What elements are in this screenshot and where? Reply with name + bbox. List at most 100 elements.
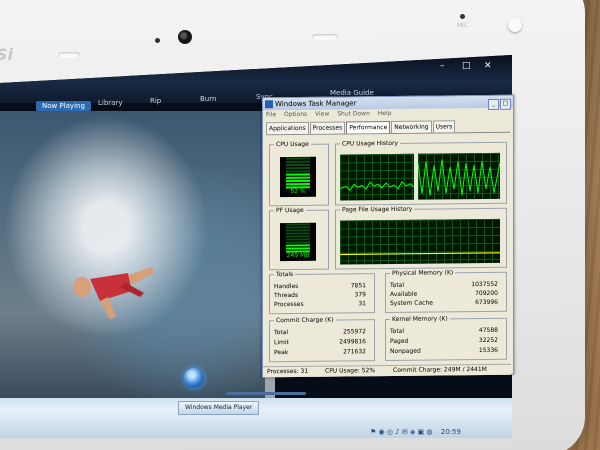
pf-meter-segment: [286, 238, 310, 241]
kernel-memory-title: Kernel Memory (K): [390, 315, 450, 323]
photo: Si MIC – □ ✕ Now Playing Library Rip Bur…: [0, 0, 600, 450]
cpu-usage-group: CPU Usage 52 %: [269, 140, 329, 207]
physical-memory-title: Physical Memory (K): [390, 269, 456, 277]
menu-help[interactable]: Help: [378, 110, 392, 117]
pf-meter-segment: [286, 235, 310, 238]
cpu-meter-segment: [286, 176, 310, 179]
commit-row-total: Total 255972: [274, 328, 366, 337]
totals-row-processes: Processes 31: [274, 300, 366, 309]
play-pause-button[interactable]: [184, 368, 204, 388]
volume-slider[interactable]: [226, 392, 306, 395]
tm-minimize-icon[interactable]: _: [488, 98, 499, 110]
cpu-meter-segment: [286, 163, 310, 167]
totals-title: Totals: [274, 270, 296, 279]
mic-label: MIC: [457, 22, 469, 29]
close-icon[interactable]: ✕: [484, 61, 492, 71]
webcam-lens: [178, 30, 192, 44]
cpu-meter-segment: [286, 170, 310, 173]
physical-memory-group: Physical Memory (K) Total 1037552 Availab…: [385, 269, 507, 314]
pf-usage-label: PF Usage: [274, 206, 306, 215]
kernel-row-total: Total 47588: [390, 326, 498, 335]
menu-file[interactable]: File: [266, 111, 276, 118]
cpu-history-line-2: [417, 159, 501, 196]
cpu-meter-segment: [286, 179, 310, 183]
kernel-row-paged: Paged 32252: [390, 336, 498, 345]
mic-hole: [460, 14, 465, 19]
cpu-usage-value: 52 %: [290, 187, 306, 196]
task-manager-tabs: Applications Processes Performance Networki…: [266, 119, 510, 136]
task-manager-title: Windows Task Manager: [275, 99, 357, 109]
tab-library[interactable]: Library: [98, 99, 122, 107]
tab-applications[interactable]: Applications: [266, 121, 309, 135]
pf-usage-bars: [286, 223, 310, 253]
pf-meter-segment: [286, 232, 310, 235]
status-processes: Processes: 31: [267, 367, 309, 376]
cpu-meter-segment: [286, 157, 310, 160]
system-tray: ⚑ ◉ ◎ ♪ ✉ ◈ ▣ ◍ 20:59: [370, 428, 490, 438]
pf-history-label: Page File Usage History: [340, 205, 415, 214]
tab-users[interactable]: Users: [432, 120, 456, 133]
minimize-icon[interactable]: –: [440, 61, 445, 71]
power-button[interactable]: [508, 18, 522, 32]
menu-view[interactable]: View: [315, 111, 329, 118]
tab-now-playing[interactable]: Now Playing: [36, 101, 91, 111]
cpu-meter-segment: [286, 160, 310, 163]
clock: 20:59: [440, 428, 461, 436]
totals-group: Totals Handles 7851 Threads 379 Processes 3…: [269, 270, 375, 315]
pf-meter-segment: [286, 244, 310, 247]
cpu-usage-bars: [286, 157, 310, 189]
tab-networking[interactable]: Networking: [391, 120, 432, 133]
tab-performance[interactable]: Performance: [346, 120, 391, 134]
menu-shut-down[interactable]: Shut Down: [337, 110, 370, 117]
brand-logo: Si: [0, 45, 14, 64]
pf-meter-segment: [286, 229, 310, 232]
cpu-meter-segment: [286, 183, 310, 186]
commit-row-peak: Peak 271632: [274, 348, 366, 357]
commit-charge-title: Commit Charge (K): [274, 316, 336, 325]
pf-meter-segment: [286, 241, 310, 244]
cpu-history-line-1: [339, 181, 415, 192]
pf-history-group: Page File Usage History: [335, 205, 507, 270]
cpu-history-group: CPU Usage History: [335, 139, 507, 206]
kernel-row-nonpaged: Nonpaged 15336: [390, 346, 498, 355]
commit-charge-group: Commit Charge (K) Total 255972 Limit 24998…: [269, 316, 375, 363]
kernel-memory-group: Kernel Memory (K) Total 47588 Paged 32252 …: [385, 315, 507, 362]
cpu-usage-meter: 52 %: [280, 156, 316, 198]
task-manager-controls: _ □: [487, 97, 511, 110]
totals-row-handles: Handles 7851: [274, 282, 366, 291]
cpu-meter-segment: [286, 173, 310, 176]
taskbar-wmp-button[interactable]: Windows Media Player: [178, 401, 260, 415]
pf-history-graph: [340, 218, 500, 265]
cpu-history-graph-core1: [339, 153, 415, 201]
cpu-history-label: CPU Usage History: [340, 139, 401, 148]
pf-meter-segment: [286, 247, 310, 250]
physmem-row-system-cache: System Cache 673996: [390, 298, 498, 307]
bezel-slot-left: [58, 52, 80, 58]
pf-usage-meter: 249 MB: [280, 222, 316, 262]
pf-meter-segment: [286, 226, 310, 229]
task-manager-icon: [265, 100, 273, 109]
cpu-meter-segment: [286, 167, 310, 170]
video-frame: [0, 111, 265, 401]
pf-usage-value: 249 MB: [286, 251, 310, 260]
maximize-icon[interactable]: □: [462, 61, 471, 71]
physmem-row-total: Total 1037552: [390, 280, 498, 289]
physmem-row-available: Available 709200: [390, 289, 498, 298]
tm-maximize-icon[interactable]: □: [500, 98, 511, 110]
totals-row-threads: Threads 379: [274, 291, 366, 300]
cpu-usage-label: CPU Usage: [274, 140, 311, 149]
task-manager-window: Windows Task Manager _ □ File Options Vie…: [262, 94, 514, 378]
status-cpu: CPU Usage: 52%: [325, 367, 376, 375]
menu-options[interactable]: Options: [284, 111, 307, 118]
cpu-history-graph-core2: [417, 152, 501, 200]
pf-usage-group: PF Usage 249 MB: [269, 206, 329, 271]
tray-icons[interactable]: ⚑ ◉ ◎ ♪ ✉ ◈ ▣ ◍: [370, 428, 433, 436]
tab-rip[interactable]: Rip: [150, 97, 161, 105]
status-commit: Commit Charge: 249M / 2441M: [393, 365, 487, 374]
commit-row-limit: Limit 2499816: [274, 338, 366, 347]
tab-processes[interactable]: Processes: [309, 121, 346, 134]
pf-history-line: [340, 252, 500, 256]
tab-burn[interactable]: Burn: [200, 95, 216, 103]
surfer-figure: [73, 267, 154, 319]
pf-meter-segment: [286, 223, 310, 226]
